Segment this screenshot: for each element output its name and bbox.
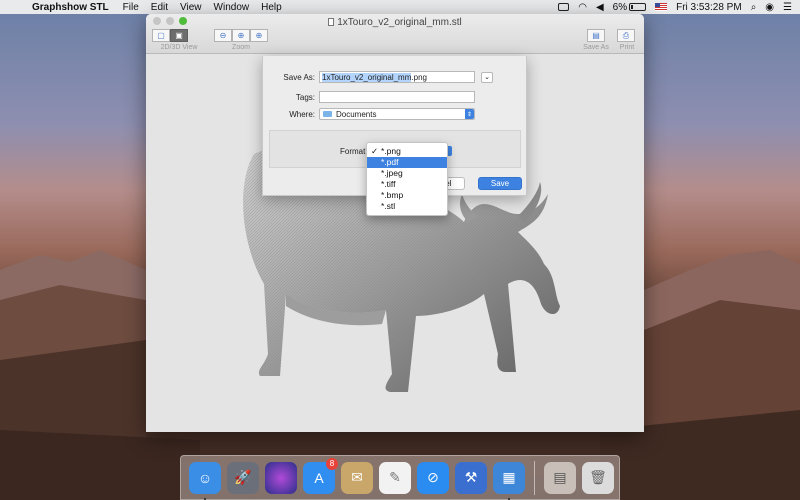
- zoom-fit-button[interactable]: ⊕: [232, 29, 250, 42]
- app-store-icon[interactable]: A8: [303, 457, 338, 494]
- document-icon: [328, 18, 335, 26]
- zoom-out-button[interactable]: ⊖: [214, 29, 232, 42]
- battery-icon: [629, 3, 647, 11]
- tags-row: Tags:: [263, 91, 475, 103]
- zoom-in-button[interactable]: ⊕: [250, 29, 268, 42]
- folder-icon: [323, 111, 332, 117]
- format-option-pdf[interactable]: *.pdf: [367, 157, 447, 168]
- running-indicator: [204, 497, 206, 500]
- menu-file[interactable]: File: [123, 2, 139, 13]
- window-title: 1xTouro_v2_original_mm.stl: [146, 17, 644, 28]
- menu-view[interactable]: View: [180, 2, 202, 13]
- menu-window[interactable]: Window: [214, 2, 250, 13]
- zoom-in-icon: ⊕: [255, 31, 263, 40]
- view-toolbar-label: 2D/3D View: [160, 44, 198, 51]
- tags-field[interactable]: [319, 91, 475, 103]
- print-toolbar-label: Print: [619, 44, 635, 51]
- save-as-group: ▤: [587, 29, 605, 42]
- notification-center-icon[interactable]: ☰: [783, 2, 792, 13]
- graphshow-stl-icon[interactable]: ▦: [493, 461, 525, 500]
- save-as-toolbar-button[interactable]: ▤: [587, 29, 605, 42]
- format-option-bmp[interactable]: *.bmp: [367, 190, 447, 201]
- mail-stamp-icon[interactable]: ✉: [341, 461, 373, 494]
- format-dropdown-menu: ✓ *.png *.pdf *.jpeg *.tiff *.bmp *.stl: [366, 142, 448, 216]
- dock: ☺ 🚀 A8 ✉ ✎ ⊘ ⚒ ▦ ▤ 🗑: [180, 455, 620, 500]
- menubar-clock[interactable]: Fri 3:53:28 PM: [676, 2, 742, 13]
- zoom-toolbar-label: Zoom: [232, 44, 250, 51]
- expand-dialog-button[interactable]: ⌄: [481, 71, 493, 83]
- popup-stepper-icon: ⇕: [465, 109, 474, 119]
- format-option-stl[interactable]: *.stl: [367, 201, 447, 212]
- downloads-stack-icon[interactable]: ▤: [544, 461, 576, 494]
- save-as-label: Save As:: [283, 72, 315, 82]
- format-option-jpeg[interactable]: *.jpeg: [367, 168, 447, 179]
- safari-icon[interactable]: ⊘: [417, 461, 449, 494]
- where-row: Where: Documents ⇕: [263, 108, 475, 120]
- where-label: Where:: [289, 109, 315, 119]
- zoom-group: ⊖ ⊕ ⊕: [214, 29, 268, 42]
- print-group: ⎙: [617, 29, 635, 42]
- trash-icon[interactable]: 🗑: [582, 461, 614, 494]
- launchpad-icon[interactable]: 🚀: [227, 461, 259, 494]
- format-option-png[interactable]: ✓ *.png: [367, 146, 447, 157]
- volume-icon[interactable]: ◀: [596, 2, 604, 13]
- menu-edit[interactable]: Edit: [151, 2, 168, 13]
- checkmark-icon: ✓: [371, 146, 379, 156]
- window-titlebar: 1xTouro_v2_original_mm.stl ▢ ▣ 2D/3D Vie…: [146, 14, 644, 54]
- filename-extension: .png: [411, 72, 427, 82]
- chevron-down-icon: ⌄: [484, 74, 490, 81]
- format-label: Format: [340, 147, 366, 156]
- wifi-icon[interactable]: ◠: [578, 2, 587, 13]
- format-option-tiff[interactable]: *.tiff: [367, 179, 447, 190]
- menu-bar: Graphshow STL File Edit View Window Help…: [0, 0, 800, 14]
- app-store-badge: 8: [326, 457, 338, 470]
- zoom-fit-icon: ⊕: [237, 31, 245, 40]
- save-as-toolbar-label: Save As: [583, 44, 609, 51]
- spotlight-search-icon[interactable]: ⌕: [751, 2, 757, 13]
- menu-help[interactable]: Help: [261, 2, 282, 13]
- print-toolbar-button[interactable]: ⎙: [617, 29, 635, 42]
- battery-status[interactable]: 6%: [612, 1, 647, 13]
- app-menu[interactable]: Graphshow STL: [32, 2, 109, 13]
- 2d-view-button[interactable]: ▢: [152, 29, 170, 42]
- view-toggle-group: ▢ ▣: [152, 29, 188, 42]
- cube-icon: ▣: [175, 31, 183, 40]
- filename-selected-text: 1xTouro_v2_original_mm: [322, 72, 412, 82]
- siri-icon[interactable]: [265, 461, 297, 494]
- square-icon: ▢: [157, 31, 165, 40]
- where-popup[interactable]: Documents ⇕: [319, 108, 475, 120]
- input-source-flag-icon[interactable]: [655, 3, 668, 11]
- zoom-out-icon: ⊖: [219, 31, 227, 40]
- finder-icon[interactable]: ☺: [189, 461, 221, 500]
- save-as-icon: ▤: [592, 31, 600, 40]
- running-indicator: [508, 497, 510, 500]
- tags-label: Tags:: [295, 92, 315, 102]
- printer-icon: ⎙: [622, 30, 630, 40]
- textedit-icon[interactable]: ✎: [379, 461, 411, 494]
- save-button[interactable]: Save: [478, 177, 522, 190]
- filename-field[interactable]: 1xTouro_v2_original_mm .png: [319, 71, 475, 83]
- xcode-icon[interactable]: ⚒: [455, 461, 487, 494]
- siri-menu-icon[interactable]: ◉: [765, 2, 774, 13]
- where-value: Documents: [336, 109, 377, 119]
- 3d-view-button[interactable]: ▣: [170, 29, 188, 42]
- battery-percent: 6%: [612, 1, 628, 13]
- save-as-row: Save As: 1xTouro_v2_original_mm .png ⌄: [263, 71, 493, 83]
- menu-extra-icon[interactable]: [558, 3, 570, 11]
- dock-separator: [534, 460, 535, 495]
